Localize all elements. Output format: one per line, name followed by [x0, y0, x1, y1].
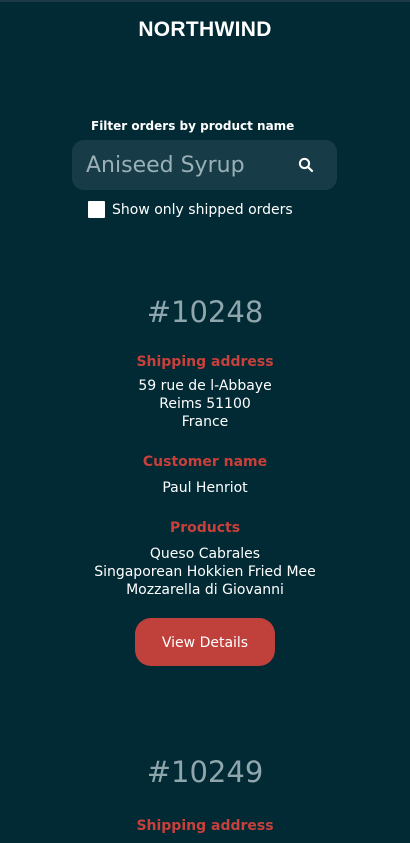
shipped-checkbox-label[interactable]: Show only shipped orders	[112, 202, 293, 218]
customer-name: Paul Henriot	[162, 480, 248, 496]
filter-label: Filter orders by product name	[91, 119, 295, 133]
order-id: #10248	[146, 295, 264, 329]
product-item: Singaporean Hokkien Fried Mee	[94, 564, 316, 580]
view-details-button[interactable]: View Details	[135, 618, 275, 666]
products-heading: Products	[169, 520, 241, 536]
search-input[interactable]	[86, 140, 291, 190]
shipping-address-heading: Shipping address	[136, 818, 274, 834]
top-border	[0, 0, 410, 2]
search-icon[interactable]	[298, 157, 314, 173]
product-item: Mozzarella di Giovanni	[126, 582, 284, 598]
shipping-address-heading: Shipping address	[136, 354, 274, 370]
product-item: Queso Cabrales	[149, 546, 261, 562]
search-box[interactable]	[72, 140, 337, 190]
order-id: #10249	[146, 755, 264, 789]
shipped-checkbox[interactable]	[88, 201, 105, 218]
shipped-filter-row[interactable]: Show only shipped orders	[88, 201, 293, 218]
address-line: Reims 51100	[159, 396, 251, 412]
brand-title: NORTHWIND	[138, 18, 272, 41]
address-line: France	[181, 414, 229, 430]
customer-name-heading: Customer name	[142, 454, 268, 470]
address-line: 59 rue de l-Abbaye	[138, 378, 272, 394]
order-card: #10249 Shipping address	[0, 755, 410, 835]
order-card: #10248 Shipping address 59 rue de l-Abba…	[0, 295, 410, 666]
